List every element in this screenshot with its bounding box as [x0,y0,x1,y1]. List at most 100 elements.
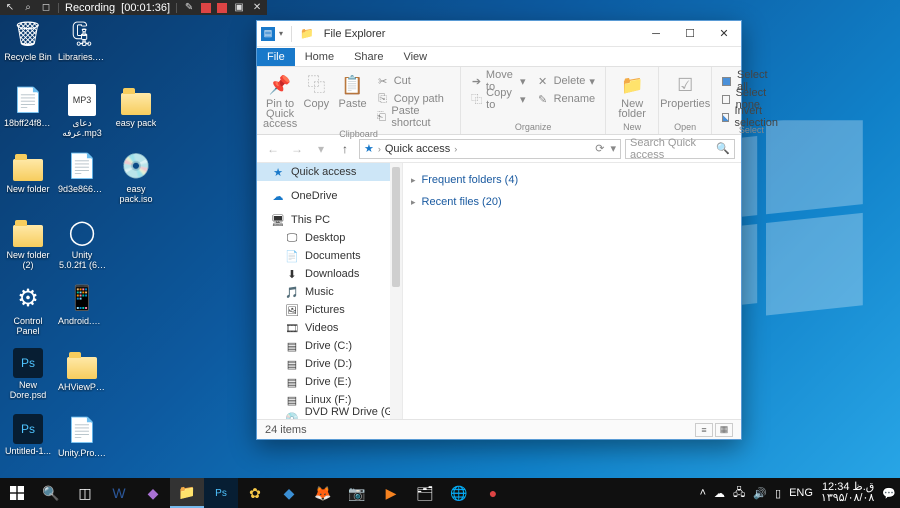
sidebar-item[interactable]: 💿DVD RW Drive (G:) D2-Unity2D [257,409,402,419]
sidebar-item[interactable]: 🖵Desktop [257,229,402,247]
close-recorder-icon[interactable]: ✕ [251,2,263,14]
back-button[interactable]: ← [263,139,283,159]
crop-icon[interactable]: ◻ [40,2,52,14]
tray-battery-icon[interactable]: ▯ [775,487,781,500]
desktop-icon[interactable]: PsUntitled-1... [4,414,52,470]
properties-button[interactable]: ☑Properties [665,71,705,109]
recent-files-group[interactable]: ▸Recent files (20) [411,191,733,213]
breadcrumb-text: Quick access [385,143,450,155]
desktop-icon[interactable]: ◯Unity 5.0.2f1 (64-bit) [58,216,106,272]
desktop-icon-label: easy pack [116,118,157,128]
sidebar-quick-access[interactable]: ★Quick access [257,163,402,181]
taskbar-firefox[interactable]: 🦊 [306,478,340,508]
desktop-icon[interactable]: MP3دعای عرفه.mp3 [58,84,106,140]
desktop-icon[interactable]: PsNew Dore.psd [4,348,52,404]
taskbar-media[interactable]: ▶ [374,478,408,508]
desktop-icon-label: Unity.Pro.P... [58,448,106,458]
tray-volume-icon[interactable]: 🔊 [753,487,767,500]
desktop-icon[interactable]: 💿easy pack.iso [112,150,160,206]
sidebar-item[interactable]: ▤Drive (E:) [257,373,402,391]
sidebar-item[interactable]: 📄Documents [257,247,402,265]
stop-icon[interactable] [217,3,227,13]
frequent-folders-group[interactable]: ▸Frequent folders (4) [411,169,733,191]
copy-button[interactable]: ⿻Copy [299,71,333,109]
delete-button[interactable]: ✕Delete▾ [532,73,600,89]
sidebar-this-pc[interactable]: 🖥This PC [257,211,402,229]
taskbar-record[interactable]: ● [476,478,510,508]
desktop-icon[interactable]: New folder [4,150,52,206]
tray-notifications-icon[interactable]: 💬 [882,487,896,500]
taskbar-app-folder[interactable]: 🗂 [408,478,442,508]
taskbar-word[interactable]: W [102,478,136,508]
refresh-icon[interactable]: ⟳ [595,142,604,155]
tab-file[interactable]: File [257,48,295,66]
desktop-icon[interactable]: 🗑Recycle Bin [4,18,52,74]
tray-clock[interactable]: 12:34 ق.ظ ۱۳۹۵/۰۸/۰۸ [821,482,874,504]
qa-dropdown-icon[interactable]: ▾ [279,29,283,38]
desktop-icon[interactable]: AHViewPa... [58,348,106,404]
quick-access-toolbar-icon[interactable]: ▤ [261,27,275,41]
sidebar-scrollbar[interactable] [390,163,402,419]
desktop-icon-label: Libraries.zip [58,52,106,62]
invert-selection-button[interactable]: Invert selection [718,109,784,125]
task-view-button[interactable]: ◫ [68,478,102,508]
maximize-button[interactable]: ☐ [673,21,707,47]
pencil-icon[interactable]: ✎ [183,2,195,14]
tray-overflow-icon[interactable]: ˄ [700,487,706,499]
content-pane[interactable]: ▸Frequent folders (4) ▸Recent files (20) [403,163,741,419]
desktop-icon[interactable]: 📱Android.St... [58,282,106,338]
tab-home[interactable]: Home [295,48,344,66]
paste-button[interactable]: 📋Paste [335,71,369,109]
desktop-icon[interactable]: easy pack [112,84,160,140]
taskbar-file-explorer[interactable]: 📁 [170,478,204,508]
taskbar-camera[interactable]: 📷 [340,478,374,508]
sidebar-item[interactable]: ⬇Downloads [257,265,402,283]
start-button[interactable] [0,478,34,508]
psd-icon: Ps [13,414,43,444]
taskbar-photoshop[interactable]: Ps [204,478,238,508]
search-input[interactable]: Search Quick access 🔍 [625,139,735,159]
minimize-button[interactable]: ─ [639,21,673,47]
thumbnails-view-button[interactable]: ▦ [715,423,733,437]
taskbar-visualstudio[interactable]: ◆ [136,478,170,508]
sidebar-onedrive[interactable]: ☁OneDrive [257,187,402,205]
sidebar-item[interactable]: ▤Drive (C:) [257,337,402,355]
paste-shortcut-button[interactable]: ⎗Paste shortcut [372,109,454,125]
sidebar-item[interactable]: 🎵Music [257,283,402,301]
desktop-icon[interactable]: 📄18bff24f841... [4,84,52,140]
tray-onedrive-icon[interactable]: ☁ [714,487,725,500]
sidebar-item[interactable]: ▤Drive (D:) [257,355,402,373]
pin-to-quick-access-button[interactable]: 📌Pin to Quick access [263,71,297,129]
sidebar-item[interactable]: 🎞Videos [257,319,402,337]
forward-button[interactable]: → [287,139,307,159]
tab-share[interactable]: Share [344,48,393,66]
new-folder-button[interactable]: 📁New folder [612,71,652,119]
recent-locations-button[interactable]: ▾ [311,139,331,159]
up-button[interactable]: ↑ [335,139,355,159]
desktop-icon[interactable]: 📄Unity.Pro.P... [58,414,106,470]
tray-network-icon[interactable]: 🖧 [733,484,745,503]
rename-button[interactable]: ✎Rename [532,91,600,107]
taskbar-app-yellow[interactable]: ✿ [238,478,272,508]
pause-icon[interactable] [201,3,211,13]
camera-icon[interactable]: ▣ [233,2,245,14]
tab-view[interactable]: View [393,48,437,66]
close-button[interactable]: ✕ [707,21,741,47]
zoom-icon[interactable]: ⌕ [22,2,34,14]
desktop-icon[interactable]: 📄9d3e866c46... [58,150,106,206]
desktop-icon[interactable]: ⚙Control Panel [4,282,52,338]
desktop-icon[interactable]: New folder (2) [4,216,52,272]
search-button[interactable]: 🔍 [34,478,68,508]
cut-button[interactable]: ✂Cut [372,73,454,89]
taskbar-chrome[interactable]: 🌐 [442,478,476,508]
cursor-icon[interactable]: ↖ [4,2,16,14]
taskbar-app-blue[interactable]: ◆ [272,478,306,508]
details-view-button[interactable]: ≡ [695,423,713,437]
breadcrumb[interactable]: ★ › Quick access › ⟳▾ [359,139,621,159]
desktop-icon[interactable]: 🗜Libraries.zip [58,18,106,74]
tray-lang[interactable]: ENG [789,487,813,499]
copy-to-button[interactable]: ⿻Copy to▾ [467,91,529,107]
sidebar-item[interactable]: 🖼Pictures [257,301,402,319]
titlebar[interactable]: ▤ ▾ 📁 File Explorer ─ ☐ ✕ [257,21,741,47]
navigation-pane: ★Quick access ☁OneDrive 🖥This PC 🖵Deskto… [257,163,403,419]
